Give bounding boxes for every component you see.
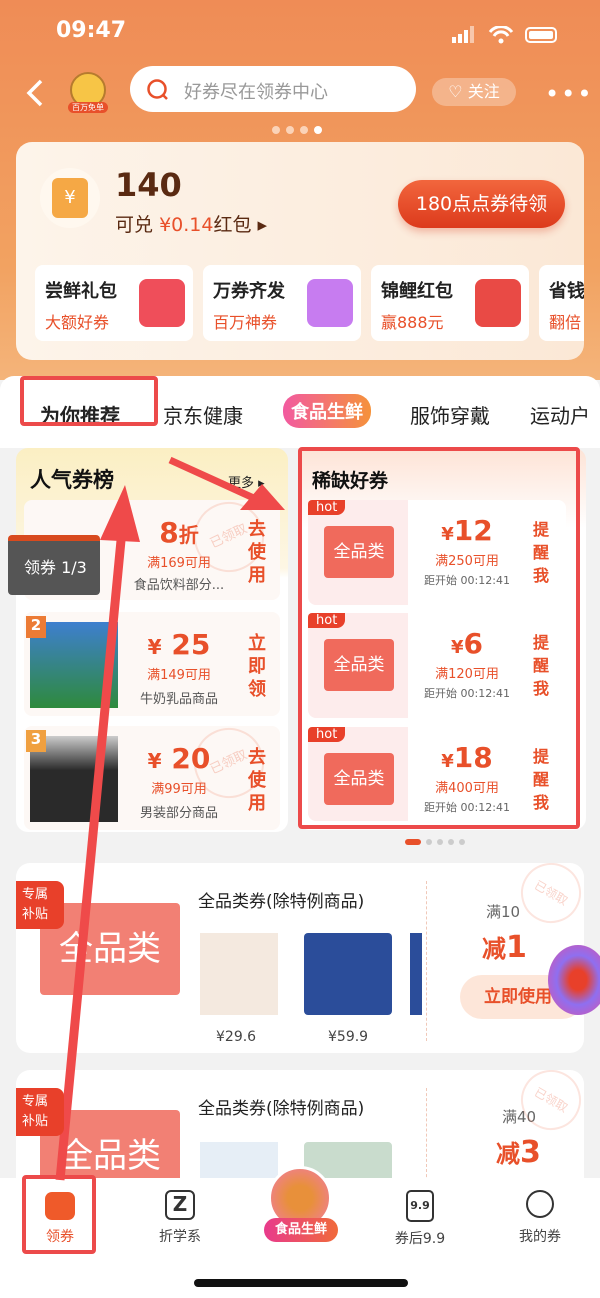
popular-title: 人气券榜 xyxy=(30,468,114,492)
ticket-9-9-icon: 9.9 xyxy=(406,1190,434,1222)
follow-button[interactable]: ♡ 关注 xyxy=(432,78,516,106)
popular-item[interactable]: 2 ¥ 25 满149可用 牛奶乳品商品 立即领 xyxy=(24,612,280,716)
product-image[interactable] xyxy=(200,933,278,1015)
red-packet-icon xyxy=(475,279,521,327)
exclusive-badge: 专属补贴 xyxy=(16,1088,64,1136)
tile-koi-redpacket[interactable]: 锦鲤红包 赢888元 xyxy=(371,265,529,341)
discount-value: 1 xyxy=(506,930,527,965)
claim-button[interactable]: 立即领 xyxy=(246,632,268,701)
product-price: ¥59.9 xyxy=(328,1029,369,1045)
tab-fresh-food[interactable]: 食品生鲜 xyxy=(283,394,371,428)
nav-discount-school[interactable]: Z 折学系 xyxy=(140,1178,220,1258)
tile-coupon-rain[interactable]: 万券齐发 百万神券 xyxy=(203,265,361,341)
tab-apparel[interactable]: 服饰穿戴 xyxy=(410,400,490,429)
annotation-box-scarce xyxy=(298,447,580,829)
status-bar: 09:47 xyxy=(0,0,600,60)
z-icon: Z xyxy=(165,1190,195,1220)
smile-icon xyxy=(526,1190,554,1218)
claimed-stamp: 已领取 xyxy=(510,863,584,934)
tab-sports[interactable]: 运动户 xyxy=(530,400,590,429)
claimed-stamp: 已领取 xyxy=(510,1070,584,1141)
search-icon xyxy=(147,79,168,100)
back-icon[interactable] xyxy=(24,78,46,108)
ticket-icon xyxy=(307,279,353,327)
product-image-partial xyxy=(410,933,422,1015)
claim-points-button[interactable]: 180点点券待领 xyxy=(398,180,565,228)
free-order-badge[interactable]: 百万免单 xyxy=(68,72,108,114)
more-link[interactable]: 更多 ▸ xyxy=(228,472,265,491)
floating-promo-icon[interactable] xyxy=(548,945,600,1015)
coupon-card[interactable]: 专属补贴 全品类 全品类券(除特例商品) ¥29.6 ¥59.9 满10 减1 … xyxy=(16,863,584,1053)
more-icon[interactable]: ••• xyxy=(545,80,593,108)
nav-after-coupon-9-9[interactable]: 9.9 券后9.9 xyxy=(380,1178,460,1258)
search-input[interactable]: 好券尽在领券中心 xyxy=(130,66,416,112)
home-indicator xyxy=(194,1279,408,1287)
rank-badge: 2 xyxy=(26,616,46,638)
rank-badge: 3 xyxy=(26,730,46,752)
nav-my-coupons[interactable]: 我的券 xyxy=(500,1178,580,1258)
nav-fresh-food[interactable]: 食品生鲜 xyxy=(260,1166,340,1250)
clock: 09:47 xyxy=(56,18,127,43)
coupon-title: 全品类券(除特例商品) xyxy=(198,1099,365,1119)
coupon-title: 全品类券(除特例商品) xyxy=(198,892,365,912)
annotation-box-nav xyxy=(22,1175,96,1254)
heart-icon: ♡ xyxy=(448,82,463,101)
tab-jd-health[interactable]: 京东健康 xyxy=(163,400,243,429)
claim-progress: 领券 1/3 xyxy=(8,535,100,595)
status-icons xyxy=(452,26,557,44)
annotation-box-tab xyxy=(20,376,158,426)
tile-save-money[interactable]: 省钱 翻倍 xyxy=(539,265,584,341)
gift-icon xyxy=(139,279,185,327)
coupon-coin-icon: ¥ xyxy=(40,168,100,228)
tile-tasting-pack[interactable]: 尝鲜礼包 大额好券 xyxy=(35,265,193,341)
exchange-link[interactable]: 可兑 ¥0.14红包 ▸ xyxy=(115,210,267,237)
divider xyxy=(426,881,427,1041)
exclusive-badge: 专属补贴 xyxy=(16,881,64,929)
discount-value: 3 xyxy=(520,1135,541,1170)
product-price: ¥29.6 xyxy=(216,1029,257,1045)
product-image[interactable] xyxy=(304,933,392,1015)
pager-dots xyxy=(405,839,465,845)
threshold: 满10 xyxy=(486,903,521,921)
popular-item[interactable]: 3 ¥ 20 满99可用 男装部分商品 去使用 已领取 xyxy=(24,716,280,830)
carousel-dots xyxy=(272,126,322,134)
points-value: 140 xyxy=(115,166,182,204)
